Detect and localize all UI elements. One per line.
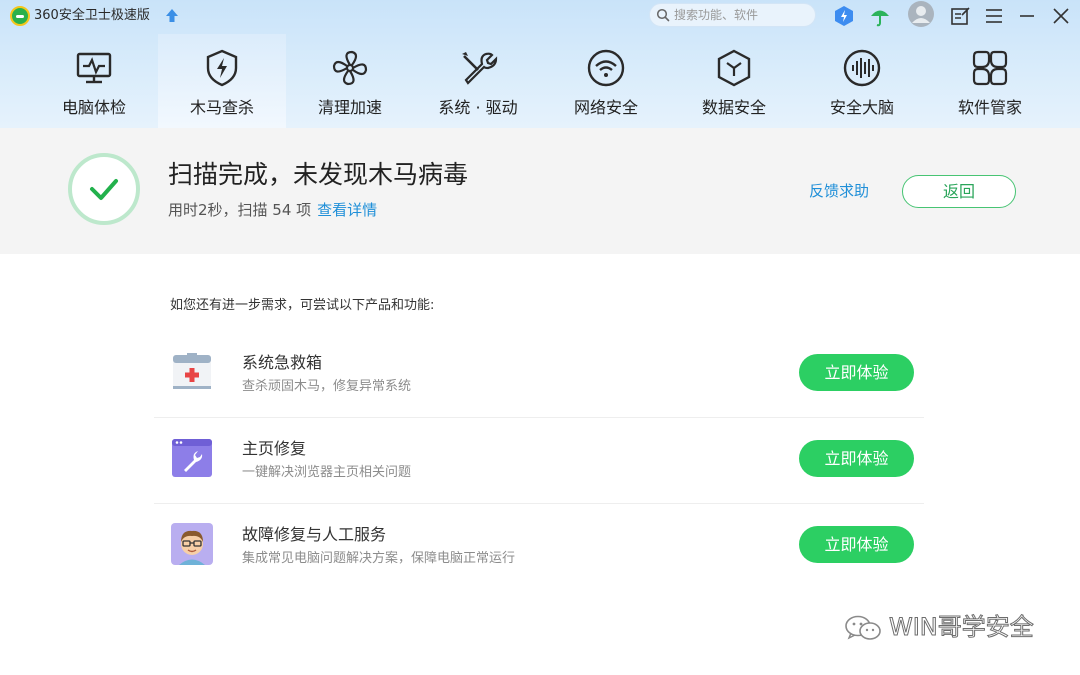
tab-label: 网络安全 — [573, 98, 638, 117]
header: 360安全卫士极速版 搜索功能、软件 电脑体检 木马查杀 清理加速 系统 · 驱… — [0, 0, 1080, 128]
minimize-icon[interactable] — [1016, 5, 1038, 27]
scan-result-banner: 扫描完成，未发现木马病毒 用时2秒，扫描 54 项查看详情 反馈求助 返回 — [0, 128, 1080, 254]
watermark-text: WIN哥学安全 — [889, 613, 1035, 642]
notes-icon[interactable] — [949, 5, 971, 27]
suggestions-intro: 如您还有进一步需求，可尝试以下产品和功能: — [170, 298, 435, 313]
fan-icon — [330, 48, 370, 88]
feedback-link[interactable]: 反馈求助 — [809, 181, 869, 201]
suggestion-name: 主页修复 — [242, 439, 307, 458]
umbrella-icon[interactable] — [869, 5, 891, 27]
view-details-link[interactable]: 查看详情 — [317, 201, 377, 219]
upgrade-arrow-icon[interactable] — [165, 8, 179, 24]
brain-wave-icon — [842, 48, 882, 88]
avatar[interactable] — [908, 1, 934, 27]
scan-result-title: 扫描完成，未发现木马病毒 — [168, 160, 469, 189]
tab-network-security[interactable]: 网络安全 — [542, 34, 670, 128]
try-now-button[interactable]: 立即体验 — [799, 440, 914, 477]
suggestion-desc: 查杀顽固木马，修复异常系统 — [242, 379, 412, 394]
data-cube-icon — [714, 48, 754, 88]
wechat-icon — [845, 615, 881, 640]
tab-pc-checkup[interactable]: 电脑体检 — [30, 34, 158, 128]
first-aid-kit-icon — [170, 350, 214, 394]
try-now-button[interactable]: 立即体验 — [799, 354, 914, 391]
tab-system-drivers[interactable]: 系统 · 驱动 — [414, 34, 542, 128]
suggestion-item-manual-service: 故障修复与人工服务 集成常见电脑问题解决方案，保障电脑正常运行 立即体验 — [154, 504, 924, 590]
suggestion-desc: 一键解决浏览器主页相关问题 — [242, 465, 412, 480]
tab-cleanup[interactable]: 清理加速 — [286, 34, 414, 128]
success-check-icon — [68, 153, 140, 225]
search-box[interactable] — [649, 3, 816, 27]
apps-icon — [970, 48, 1010, 88]
scan-result-subtitle: 用时2秒，扫描 54 项查看详情 — [168, 200, 377, 220]
back-button[interactable]: 返回 — [902, 175, 1016, 208]
boost-icon[interactable] — [833, 5, 855, 27]
tab-security-brain[interactable]: 安全大脑 — [798, 34, 926, 128]
browser-repair-icon — [170, 436, 214, 480]
tab-label: 系统 · 驱动 — [438, 98, 518, 117]
try-now-button[interactable]: 立即体验 — [799, 526, 914, 563]
main-nav: 电脑体检 木马查杀 清理加速 系统 · 驱动 网络安全 数据安全 安全大脑 软件… — [30, 34, 1080, 128]
tools-icon — [458, 48, 498, 88]
suggestion-item-first-aid: 系统急救箱 查杀顽固木马，修复异常系统 立即体验 — [154, 332, 924, 418]
monitor-pulse-icon — [74, 48, 114, 88]
search-input[interactable] — [674, 6, 810, 24]
suggestion-item-homepage-repair: 主页修复 一键解决浏览器主页相关问题 立即体验 — [154, 418, 924, 504]
tab-label: 安全大脑 — [829, 98, 894, 117]
suggestion-desc: 集成常见电脑问题解决方案，保障电脑正常运行 — [242, 551, 516, 566]
tab-label: 木马查杀 — [189, 98, 254, 117]
tab-label: 数据安全 — [701, 98, 766, 117]
tab-label: 软件管家 — [957, 98, 1022, 117]
scan-summary: 用时2秒，扫描 54 项 — [168, 201, 312, 219]
search-icon — [656, 8, 670, 22]
tab-label: 清理加速 — [317, 98, 382, 117]
tab-data-security[interactable]: 数据安全 — [670, 34, 798, 128]
360-logo-icon — [10, 6, 30, 26]
suggestion-name: 系统急救箱 — [242, 353, 323, 372]
tab-label: 电脑体检 — [61, 98, 126, 117]
close-icon[interactable] — [1050, 5, 1072, 27]
menu-icon[interactable] — [983, 5, 1005, 27]
wifi-icon — [586, 48, 626, 88]
tab-software-manager[interactable]: 软件管家 — [926, 34, 1054, 128]
app-title: 360安全卫士极速版 — [34, 8, 150, 23]
tab-trojan-scan[interactable]: 木马查杀 — [158, 34, 286, 128]
support-person-icon — [170, 522, 214, 566]
title-bar: 360安全卫士极速版 — [0, 0, 1080, 34]
suggestion-name: 故障修复与人工服务 — [242, 525, 387, 544]
shield-bolt-icon — [202, 48, 242, 88]
